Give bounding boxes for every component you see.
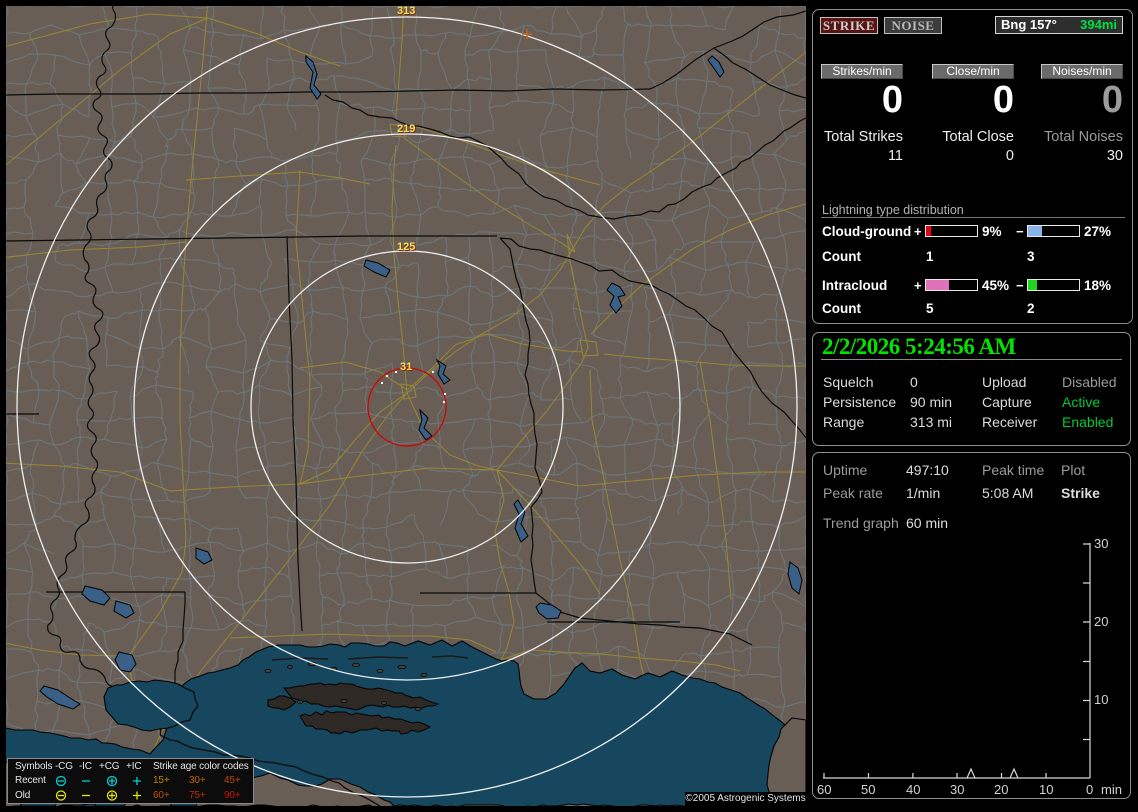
svg-text:10: 10 <box>1094 692 1108 707</box>
svg-text:10: 10 <box>1039 782 1053 797</box>
svg-text:125: 125 <box>397 241 415 253</box>
svg-text:30: 30 <box>1094 536 1108 551</box>
svg-text:31: 31 <box>400 361 412 373</box>
svg-text:30: 30 <box>950 782 964 797</box>
svg-text:50: 50 <box>861 782 875 797</box>
svg-text:20: 20 <box>1094 614 1108 629</box>
svg-text:219: 219 <box>397 123 415 135</box>
svg-text:313: 313 <box>397 6 415 17</box>
svg-text:0: 0 <box>1086 782 1093 797</box>
svg-text:60: 60 <box>817 782 831 797</box>
svg-text:min: min <box>1101 782 1122 797</box>
svg-text:20: 20 <box>994 782 1008 797</box>
svg-text:40: 40 <box>906 782 920 797</box>
